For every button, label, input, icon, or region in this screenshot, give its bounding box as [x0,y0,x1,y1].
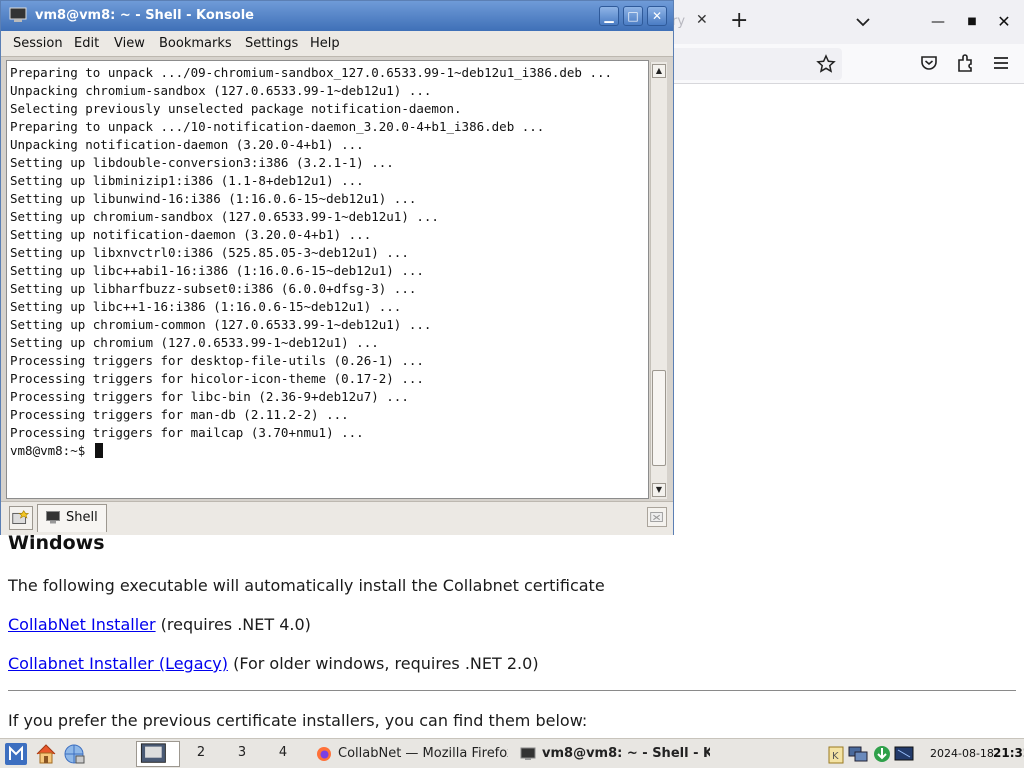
terminal-line: Processing triggers for libc-bin (2.36-9… [10,389,409,404]
desktop-4-button[interactable]: 4 [268,745,298,760]
maximize-icon[interactable]: □ [623,6,643,26]
terminal-line: Preparing to unpack .../09-chromium-sand… [10,65,613,80]
new-tab-icon[interactable] [9,506,33,530]
terminal-scrollbar[interactable]: ▲ ▼ [650,62,667,499]
terminal-line: Preparing to unpack .../10-notification-… [10,119,545,134]
close-icon[interactable]: ✕ [994,12,1014,32]
terminal-line: Setting up libc++1-16:i386 (1:16.0.6-15~… [10,299,402,314]
terminal-line: Setting up libunwind-16:i386 (1:16.0.6-1… [10,191,417,206]
terminal-icon [520,747,536,760]
close-tab-icon[interactable]: ✕ [696,12,710,32]
divider [8,690,1016,691]
start-menu-icon[interactable] [4,742,28,766]
task-konsole-label: vm8@vm8: ~ - Shell - Konsole [542,746,710,761]
network-monitor-icon[interactable] [848,744,868,764]
terminal-line: Setting up libharfbuzz-subset0:i386 (6.0… [10,281,417,296]
maximize-icon[interactable]: ■ [962,12,982,32]
task-firefox[interactable]: CollabNet — Mozilla Firefox [310,741,508,767]
scroll-up-icon[interactable]: ▲ [652,64,666,78]
terminal-prompt-line: vm8@vm8:~$ [10,442,612,460]
terminal-line: Setting up libdouble-conversion3:i386 (3… [10,155,394,170]
bookmark-star-icon[interactable] [816,54,836,74]
tab-label: Shell [66,510,98,525]
terminal-line: Unpacking chromium-sandbox (127.0.6533.9… [10,83,432,98]
konsole-menu-bar: Session Edit View Bookmarks Settings Hel… [1,31,673,57]
collabnet-legacy-installer-link[interactable]: Collabnet Installer (Legacy) [8,654,228,673]
close-tab-icon[interactable] [647,507,667,527]
menu-edit[interactable]: Edit [74,36,99,51]
menu-view[interactable]: View [114,36,145,51]
clock-date: 2024-08-18 [930,747,994,760]
terminal-line: Unpacking notification-daemon (3.20.0-4+… [10,137,364,152]
minimize-icon[interactable]: ▁ [599,6,619,26]
terminal-line: Processing triggers for desktop-file-uti… [10,353,424,368]
terminal-line: Setting up chromium (127.0.6533.99-1~deb… [10,335,379,350]
network-icon[interactable] [62,742,86,766]
taskbar: 2 3 4 CollabNet — Mozilla Firefox vm8@vm… [0,738,1024,768]
page-heading: Windows [8,532,105,554]
pocket-icon[interactable] [918,52,940,74]
terminal-cursor [94,443,103,458]
task-konsole[interactable]: vm8@vm8: ~ - Shell - Konsole [514,741,710,767]
close-tab-glyph-icon [650,512,663,522]
terminal-line: Processing triggers for hicolor-icon-the… [10,371,424,386]
terminal-line: Selecting previously unselected package … [10,101,462,116]
installer-description: The following executable will automatica… [8,576,605,595]
menu-icon[interactable] [990,52,1012,74]
svg-text:K: K [832,751,839,762]
menu-settings[interactable]: Settings [245,36,298,51]
terminal-line: Processing triggers for mailcap (3.70+nm… [10,425,364,440]
update-icon[interactable] [872,744,892,764]
display-icon[interactable] [894,744,914,764]
legacy-installer-item: Collabnet Installer (Legacy) (For older … [8,654,539,673]
extensions-icon[interactable] [954,52,976,74]
clipboard-icon[interactable]: K [826,744,846,764]
konsole-title-bar[interactable]: vm8@vm8: ~ - Shell - Konsole ▁ □ ✕ [1,1,673,31]
collabnet-installer-link[interactable]: CollabNet Installer [8,615,156,634]
close-icon[interactable]: ✕ [647,6,667,26]
task-firefox-label: CollabNet — Mozilla Firefox [338,746,508,761]
home-icon[interactable] [34,742,58,766]
terminal-line: Setting up notification-daemon (3.20.0-4… [10,227,372,242]
scrollbar-thumb[interactable] [652,370,666,466]
menu-bookmarks[interactable]: Bookmarks [159,36,232,51]
menu-help[interactable]: Help [310,36,340,51]
terminal-output[interactable]: Preparing to unpack .../09-chromium-sand… [6,60,649,499]
scroll-down-icon[interactable]: ▼ [652,483,666,497]
terminal-line: Setting up chromium-common (127.0.6533.9… [10,317,432,332]
desktop-1-preview[interactable] [136,741,180,767]
desktop-preview-icon [140,743,166,763]
firefox-icon [317,747,331,761]
minimize-icon[interactable]: — [928,12,948,32]
previous-installers-text: If you prefer the previous certificate i… [8,711,588,730]
new-tab-glyph-icon [12,510,30,524]
legacy-installer-requirement: (For older windows, requires .NET 2.0) [228,654,539,673]
clock-time[interactable]: 21:32 [993,746,1024,760]
chevron-down-icon[interactable] [853,12,873,32]
desktop-3-button[interactable]: 3 [227,745,257,760]
installer-item: CollabNet Installer (requires .NET 4.0) [8,615,311,634]
terminal-line: Setting up chromium-sandbox (127.0.6533.… [10,209,439,224]
terminal-line: Setting up libc++abi1-16:i386 (1:16.0.6-… [10,263,424,278]
url-bar[interactable] [660,48,842,80]
konsole-tab-bar: Shell [1,501,673,535]
installer-requirement: (requires .NET 4.0) [155,615,311,634]
plus-icon[interactable]: + [730,10,750,34]
desktop-2-button[interactable]: 2 [186,745,216,760]
terminal-lines: Preparing to unpack .../09-chromium-sand… [10,64,612,460]
window-title: vm8@vm8: ~ - Shell - Konsole [35,8,254,23]
terminal-icon [9,7,27,22]
terminal-line: Setting up libxnvctrl0:i386 (525.85.05-3… [10,245,409,260]
tab-shell[interactable]: Shell [37,504,107,532]
konsole-window: vm8@vm8: ~ - Shell - Konsole ▁ □ ✕ Sessi… [0,0,674,535]
terminal-prompt: vm8@vm8:~$ [10,443,93,458]
terminal-line: Setting up libminizip1:i386 (1.1-8+deb12… [10,173,364,188]
menu-session[interactable]: Session [13,36,63,51]
terminal-icon [46,511,60,524]
terminal-line: Processing triggers for man-db (2.11.2-2… [10,407,349,422]
